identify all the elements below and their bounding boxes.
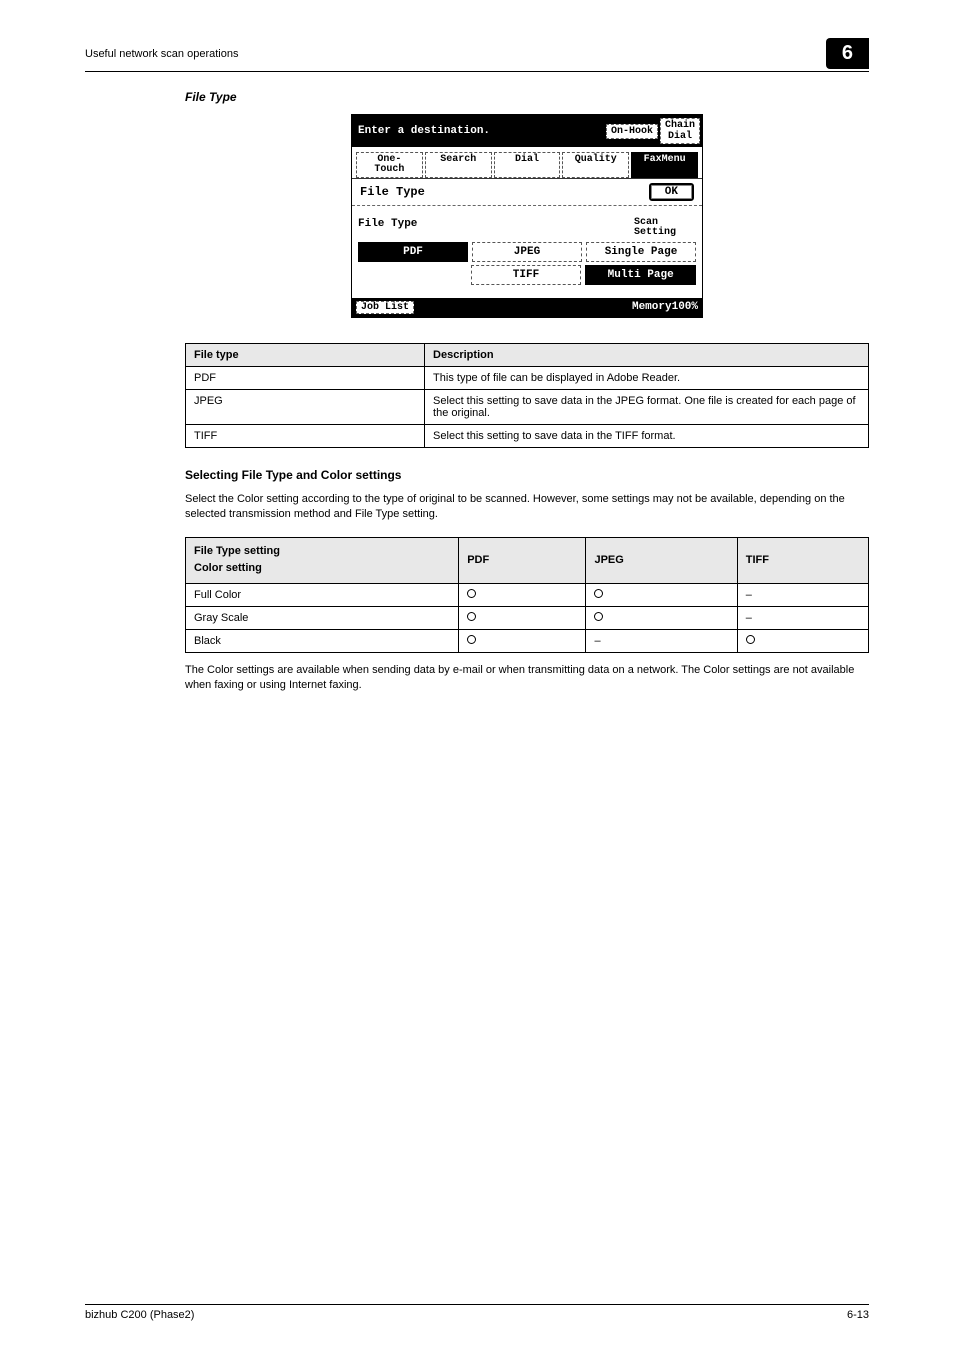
cell-mark bbox=[459, 583, 586, 606]
cell-color-label: Full Color bbox=[186, 583, 459, 606]
chapter-number: 6 bbox=[826, 38, 869, 69]
cell-desc: Select this setting to save data in the … bbox=[425, 390, 869, 425]
jpeg-button[interactable]: JPEG bbox=[472, 242, 582, 262]
cell-mark bbox=[737, 629, 868, 652]
cell-desc: This type of file can be displayed in Ad… bbox=[425, 367, 869, 390]
ss-subhead: File Type OK bbox=[352, 179, 702, 206]
cell-mark: – bbox=[737, 583, 868, 606]
tab-quality[interactable]: Quality bbox=[562, 152, 629, 178]
th-description: Description bbox=[425, 344, 869, 367]
subheading-file-type: File Type bbox=[185, 90, 869, 104]
section-title: Useful network scan operations bbox=[85, 48, 238, 60]
cell-mark bbox=[459, 629, 586, 652]
device-screenshot: Enter a destination. On-Hook Chain Dial … bbox=[351, 114, 703, 318]
available-icon bbox=[467, 635, 476, 644]
screenshot-container: Enter a destination. On-Hook Chain Dial … bbox=[185, 114, 869, 318]
tab-search[interactable]: Search bbox=[425, 152, 492, 178]
file-type-table: File type Description PDF This type of f… bbox=[185, 343, 869, 448]
ss-body: File Type Scan Setting PDF JPEG Single P… bbox=[352, 206, 702, 298]
memory-indicator: Memory100% bbox=[632, 301, 698, 314]
table-row: Full Color – bbox=[186, 583, 869, 606]
tab-one-touch[interactable]: One- Touch bbox=[356, 152, 423, 178]
th-ftype-color: File Type setting Color setting bbox=[186, 537, 459, 583]
ss-tabs: One- Touch Search Dial Quality FaxMenu bbox=[352, 147, 702, 179]
available-icon bbox=[467, 589, 476, 598]
th-jpeg: JPEG bbox=[586, 537, 737, 583]
table-row: Gray Scale – bbox=[186, 606, 869, 629]
cell-mark bbox=[586, 606, 737, 629]
job-list-button[interactable]: Job List bbox=[356, 301, 414, 314]
cell-mark bbox=[586, 583, 737, 606]
ss-body-label-left: File Type bbox=[358, 218, 417, 238]
section-heading-color: Selecting File Type and Color settings bbox=[185, 468, 869, 482]
available-icon bbox=[467, 612, 476, 621]
table-row: TIFF Select this setting to save data in… bbox=[186, 425, 869, 448]
pdf-button[interactable]: PDF bbox=[358, 242, 468, 262]
available-icon bbox=[746, 635, 755, 644]
footer-left: bizhub C200 (Phase2) bbox=[85, 1309, 194, 1321]
paragraph-color-note: The Color settings are available when se… bbox=[185, 663, 869, 694]
ss-body-label-right: Scan Setting bbox=[634, 218, 696, 238]
cell-mark: – bbox=[737, 606, 868, 629]
footer-right: 6-13 bbox=[847, 1309, 869, 1321]
available-icon bbox=[594, 612, 603, 621]
table-row: Black – bbox=[186, 629, 869, 652]
cell-mark: – bbox=[586, 629, 737, 652]
th-pdf: PDF bbox=[459, 537, 586, 583]
th-file-type: File type bbox=[186, 344, 425, 367]
ss-subhead-label: File Type bbox=[360, 185, 425, 199]
tab-dial[interactable]: Dial bbox=[494, 152, 561, 178]
page-footer: bizhub C200 (Phase2) 6-13 bbox=[85, 1304, 869, 1321]
ss-topbar-text: Enter a destination. bbox=[354, 125, 604, 137]
single-page-button[interactable]: Single Page bbox=[586, 242, 696, 262]
th-line2: Color setting bbox=[194, 560, 450, 578]
multi-page-button[interactable]: Multi Page bbox=[585, 265, 696, 285]
on-hook-button[interactable]: On-Hook bbox=[606, 124, 658, 139]
color-settings-table: File Type setting Color setting PDF JPEG… bbox=[185, 537, 869, 653]
ss-footer: Job List Memory100% bbox=[352, 298, 702, 317]
cell-color-label: Gray Scale bbox=[186, 606, 459, 629]
cell-color-label: Black bbox=[186, 629, 459, 652]
tab-faxmenu[interactable]: FaxMenu bbox=[631, 152, 698, 178]
table-row: PDF This type of file can be displayed i… bbox=[186, 367, 869, 390]
available-icon bbox=[594, 589, 603, 598]
page-header: Useful network scan operations 6 bbox=[85, 38, 869, 72]
th-tiff: TIFF bbox=[737, 537, 868, 583]
table-row: JPEG Select this setting to save data in… bbox=[186, 390, 869, 425]
paragraph-color-intro: Select the Color setting according to th… bbox=[185, 492, 869, 523]
cell-mark bbox=[459, 606, 586, 629]
cell-filetype: JPEG bbox=[186, 390, 425, 425]
ss-topbar: Enter a destination. On-Hook Chain Dial bbox=[352, 115, 702, 147]
tiff-button[interactable]: TIFF bbox=[471, 265, 582, 285]
chain-dial-button[interactable]: Chain Dial bbox=[660, 118, 700, 144]
cell-filetype: TIFF bbox=[186, 425, 425, 448]
cell-desc: Select this setting to save data in the … bbox=[425, 425, 869, 448]
ok-button[interactable]: OK bbox=[649, 183, 694, 201]
th-line1: File Type setting bbox=[194, 543, 450, 561]
cell-filetype: PDF bbox=[186, 367, 425, 390]
